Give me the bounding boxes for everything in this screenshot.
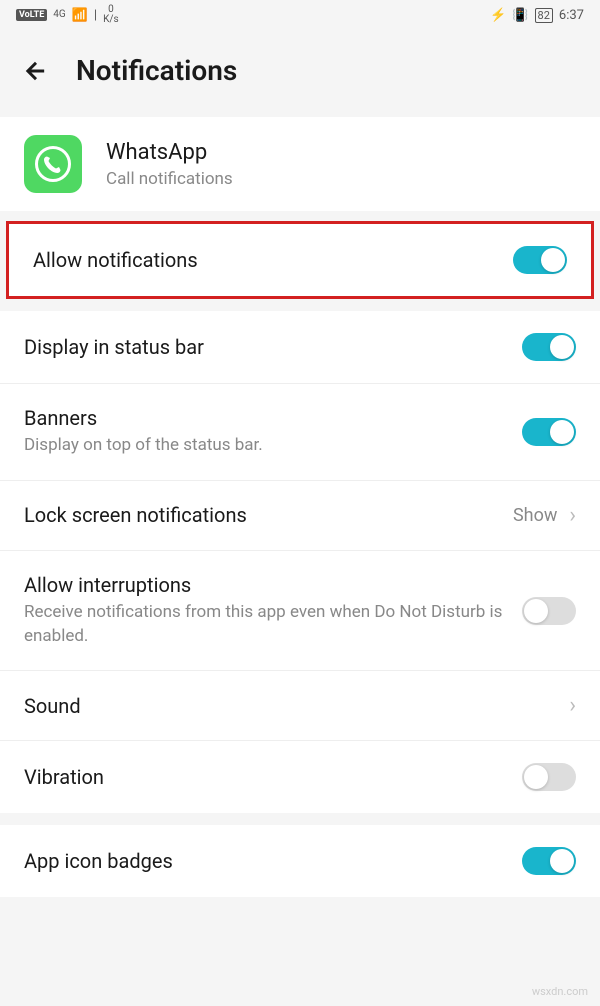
chevron-right-icon: ›	[569, 503, 576, 528]
banners-subtitle: Display on top of the status bar.	[24, 434, 522, 458]
chevron-right-icon: ›	[569, 693, 576, 718]
status-bar: VoLTE 4G 📶 | 0 K/s ⚡ 📳 82 6:37	[0, 0, 600, 30]
lock-screen-label: Lock screen notifications	[24, 503, 513, 527]
highlighted-allow-notifications: Allow notifications	[6, 221, 594, 299]
volte-badge: VoLTE	[16, 9, 47, 21]
bluetooth-icon: ⚡	[490, 8, 506, 23]
vibration-row[interactable]: Vibration	[0, 741, 600, 813]
app-subtitle: Call notifications	[106, 169, 233, 189]
allow-interruptions-subtitle: Receive notifications from this app even…	[24, 601, 522, 649]
time-display: 6:37	[559, 8, 584, 23]
display-status-bar-toggle[interactable]	[522, 333, 576, 361]
banners-row[interactable]: Banners Display on top of the status bar…	[0, 384, 600, 481]
badges-group: App icon badges	[0, 825, 600, 897]
vibration-label: Vibration	[24, 765, 522, 789]
allow-notifications-toggle[interactable]	[513, 246, 567, 274]
back-button[interactable]	[20, 55, 52, 87]
app-info-text: WhatsApp Call notifications	[106, 140, 233, 189]
display-settings-group: Display in status bar Banners Display on…	[0, 311, 600, 813]
app-name: WhatsApp	[106, 140, 233, 165]
sound-label: Sound	[24, 694, 569, 718]
watermark: wsxdn.com	[532, 985, 588, 998]
allow-notifications-label: Allow notifications	[33, 248, 513, 272]
allow-interruptions-label: Allow interruptions	[24, 573, 522, 597]
page-header: Notifications	[0, 30, 600, 117]
allow-interruptions-row[interactable]: Allow interruptions Receive notification…	[0, 551, 600, 672]
vibration-toggle[interactable]	[522, 763, 576, 791]
status-right: ⚡ 📳 82 6:37	[490, 8, 584, 23]
app-icon-badges-row[interactable]: App icon badges	[0, 825, 600, 897]
vibrate-icon: 📳	[512, 8, 528, 23]
app-icon-badges-toggle[interactable]	[522, 847, 576, 875]
divider: |	[94, 8, 97, 23]
lock-screen-row[interactable]: Lock screen notifications Show ›	[0, 481, 600, 551]
data-speed: 0 K/s	[103, 5, 119, 25]
allow-interruptions-toggle[interactable]	[522, 597, 576, 625]
back-arrow-icon	[22, 57, 50, 85]
banners-label: Banners	[24, 406, 522, 430]
lock-screen-value: Show	[513, 505, 557, 526]
app-icon-badges-label: App icon badges	[24, 849, 522, 873]
status-left: VoLTE 4G 📶 | 0 K/s	[16, 5, 119, 25]
display-status-bar-row[interactable]: Display in status bar	[0, 311, 600, 384]
page-title: Notifications	[76, 54, 237, 87]
display-status-bar-label: Display in status bar	[24, 335, 522, 359]
app-info-section: WhatsApp Call notifications	[0, 117, 600, 211]
battery-indicator: 82	[535, 8, 553, 23]
allow-notifications-row[interactable]: Allow notifications	[9, 224, 591, 296]
signal-indicator: 4G	[53, 10, 65, 20]
phone-icon	[35, 146, 71, 182]
whatsapp-icon	[24, 135, 82, 193]
sound-row[interactable]: Sound ›	[0, 671, 600, 741]
banners-toggle[interactable]	[522, 418, 576, 446]
signal-bars-icon: 📶	[72, 8, 88, 23]
